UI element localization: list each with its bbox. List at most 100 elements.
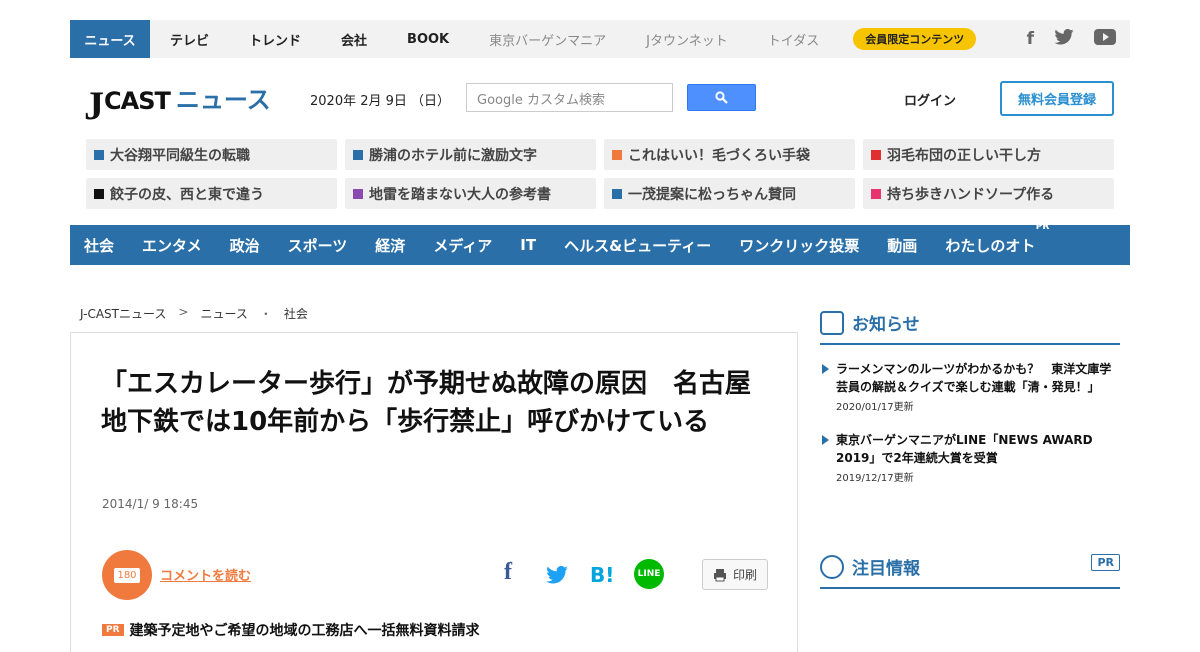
- line-label: LINE: [637, 569, 661, 579]
- topnav-item-jtown[interactable]: Jタウンネット: [626, 20, 748, 58]
- print-button[interactable]: 印刷: [702, 559, 768, 590]
- logo-j: J: [84, 83, 104, 128]
- category-item[interactable]: ワンクリック投票: [739, 235, 859, 256]
- notice-item[interactable]: ラーメンマンのルーツがわかるかも？ 東洋文庫学芸員の解説＆クイズで楽しむ連載「清…: [820, 360, 1120, 413]
- hatena-bookmark-icon[interactable]: B!: [590, 563, 614, 587]
- facebook-icon[interactable]: f: [1027, 29, 1034, 49]
- tag-color-marker: [871, 149, 881, 160]
- search-icon: [715, 91, 728, 104]
- breadcrumb: J-CASTニュース > ニュース ・ 社会: [80, 305, 308, 322]
- trend-tag-label: 羽毛布団の正しい干し方: [887, 147, 1041, 164]
- topnav-item-trend[interactable]: トレンド: [229, 20, 321, 58]
- featured-pr-badge: PR: [1091, 554, 1120, 571]
- article-date: 2014/1/ 9 18:45: [102, 497, 199, 511]
- category-label: 政治: [229, 236, 260, 255]
- top-nav: ニュース テレビ トレンド 会社 BOOK 東京バーゲンマニア Jタウンネット …: [70, 20, 1130, 58]
- social-links: f: [1027, 28, 1130, 50]
- twitter-share-icon[interactable]: [546, 565, 568, 589]
- category-label: メディア: [433, 236, 493, 255]
- current-date: 2020年 2月 9日 （日）: [310, 94, 451, 109]
- article-title: 「エスカレーター歩行」が予期せぬ故障の原因 名古屋地下鉄では10年前から「歩行禁…: [101, 369, 752, 437]
- pr-ad-text: 建築予定地やご希望の地域の工務店へ一括無料資料請求: [129, 623, 480, 639]
- trend-tag-label: これはいい！毛づくろい手袋: [628, 147, 810, 164]
- triangle-bullet-icon: [822, 435, 829, 445]
- breadcrumb-society[interactable]: 社会: [284, 305, 308, 322]
- tag-color-marker: [94, 149, 104, 160]
- trend-tag[interactable]: 大谷翔平同級生の転職: [86, 139, 337, 170]
- twitter-icon[interactable]: [1054, 28, 1074, 50]
- youtube-icon[interactable]: [1094, 28, 1116, 50]
- article-card: 「エスカレーター歩行」が予期せぬ故障の原因 名古屋地下鉄では10年前から「歩行禁…: [70, 332, 798, 652]
- tag-color-marker: [871, 188, 881, 199]
- topnav-item-company[interactable]: 会社: [321, 20, 387, 58]
- site-logo[interactable]: J CAST ニュース: [84, 80, 271, 128]
- category-label: 社会: [84, 236, 115, 255]
- category-item[interactable]: エンタメ: [142, 235, 202, 256]
- printer-icon: [713, 568, 726, 581]
- topnav-item-bargain[interactable]: 東京バーゲンマニア: [469, 20, 626, 58]
- category-item[interactable]: わたしのオト PR: [945, 222, 1049, 256]
- topnav-item-toidas[interactable]: トイダス: [748, 20, 839, 58]
- member-content-button[interactable]: 会員限定コンテンツ: [853, 28, 977, 50]
- pr-ad-link[interactable]: PR 建築予定地やご希望の地域の工務店へ一括無料資料請求: [102, 620, 480, 640]
- read-comments-link[interactable]: コメントを読む: [160, 565, 251, 584]
- category-label: IT: [520, 236, 537, 254]
- tag-color-marker: [353, 149, 363, 160]
- trend-tag-label: 一茂提案に松っちゃん賛同: [628, 186, 796, 203]
- triangle-bullet-icon: [822, 364, 829, 374]
- trend-tag-label: 地雷を踏まない大人の参考書: [369, 186, 551, 203]
- trend-tag[interactable]: 地雷を踏まない大人の参考書: [345, 178, 596, 209]
- tag-color-marker: [353, 188, 363, 199]
- comment-count-icon[interactable]: 180: [102, 550, 152, 600]
- topnav-item-book[interactable]: BOOK: [387, 20, 469, 58]
- login-link[interactable]: ログイン: [904, 90, 956, 109]
- trend-tag[interactable]: 餃子の皮、西と東で違う: [86, 178, 337, 209]
- category-item[interactable]: 社会: [84, 235, 114, 256]
- notice-text: ラーメンマンのルーツがわかるかも？ 東洋文庫学芸員の解説＆クイズで楽しむ連載「清…: [836, 362, 1112, 394]
- category-item[interactable]: IT: [520, 236, 536, 254]
- category-label: わたしのオト: [945, 236, 1036, 255]
- trend-tag-label: 大谷翔平同級生の転職: [110, 147, 250, 164]
- logo-cast: CAST: [104, 87, 171, 115]
- category-label: ワンクリック投票: [739, 236, 860, 255]
- trend-tag[interactable]: 持ち歩きハンドソープ作る: [863, 178, 1114, 209]
- category-item[interactable]: ヘルス&ビューティー: [564, 235, 711, 256]
- site-header: J CAST ニュース 2020年 2月 9日 （日） Google カスタム検…: [70, 74, 1130, 126]
- trend-tag[interactable]: 羽毛布団の正しい干し方: [863, 139, 1114, 170]
- notice-heading: お知らせ: [820, 310, 1120, 345]
- pr-badge: PR: [102, 624, 124, 636]
- category-item[interactable]: 動画: [887, 235, 917, 256]
- trend-tags: 大谷翔平同級生の転職 勝浦のホテル前に激励文字 これはいい！毛づくろい手袋 羽毛布団の…: [70, 139, 1130, 209]
- trend-tag[interactable]: 勝浦のホテル前に激励文字: [345, 139, 596, 170]
- facebook-share-icon[interactable]: f: [504, 559, 512, 586]
- search-button[interactable]: [687, 84, 756, 111]
- line-share-icon[interactable]: LINE: [634, 559, 664, 589]
- category-item[interactable]: スポーツ: [288, 235, 348, 256]
- category-item[interactable]: 政治: [230, 235, 260, 256]
- category-label: 経済: [375, 236, 406, 255]
- tag-color-marker: [612, 149, 622, 160]
- category-label: スポーツ: [287, 236, 348, 255]
- trend-tag-label: 餃子の皮、西と東で違う: [110, 186, 264, 203]
- breadcrumb-separator: >: [178, 305, 189, 319]
- trend-tag-label: 持ち歩きハンドソープ作る: [887, 186, 1055, 203]
- notice-item[interactable]: 東京バーゲンマニアがLINE「NEWS AWARD 2019」で2年連続大賞を受…: [820, 431, 1120, 484]
- trend-tag-label: 勝浦のホテル前に激励文字: [369, 147, 537, 164]
- featured-title: 注目情報: [852, 559, 920, 579]
- notice-title: お知らせ: [852, 315, 920, 335]
- breadcrumb-home[interactable]: J-CASTニュース: [80, 305, 166, 322]
- notice-updated: 2019/12/17更新: [836, 473, 914, 484]
- breadcrumb-news[interactable]: ニュース: [200, 305, 247, 322]
- topnav-item-news[interactable]: ニュース: [70, 20, 150, 58]
- featured-heading: 注目情報 PR: [820, 554, 1120, 589]
- topnav-item-tv[interactable]: テレビ: [150, 20, 229, 58]
- category-item[interactable]: 経済: [375, 235, 405, 256]
- trend-tag[interactable]: これはいい！毛づくろい手袋: [604, 139, 855, 170]
- category-label: ヘルス&ビューティー: [564, 236, 712, 255]
- category-label: エンタメ: [142, 236, 202, 255]
- register-button[interactable]: 無料会員登録: [1000, 81, 1114, 116]
- trend-tag[interactable]: 一茂提案に松っちゃん賛同: [604, 178, 855, 209]
- search-input[interactable]: Google カスタム検索: [466, 83, 673, 112]
- breadcrumb-separator: ・: [259, 307, 272, 321]
- category-item[interactable]: メディア: [433, 235, 492, 256]
